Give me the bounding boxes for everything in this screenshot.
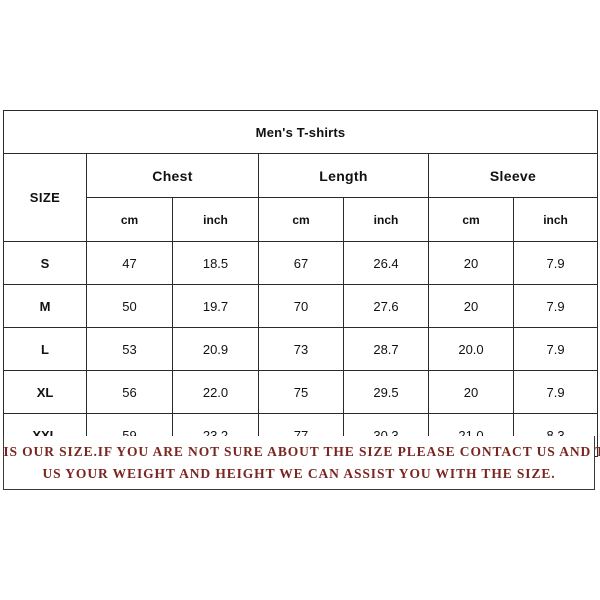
table-row: XL 56 22.0 75 29.5 20 7.9: [3, 370, 599, 414]
cell-length-inch: 26.4: [343, 241, 429, 285]
unit-header-chest-inch: inch: [172, 197, 259, 242]
cell-length-inch: 28.7: [343, 327, 429, 371]
unit-header-sleeve-cm: cm: [428, 197, 514, 242]
size-chart-table-wrapper: Men's T-shirts SIZE Chest Length Sleeve …: [2, 110, 599, 457]
cell-sleeve-cm: 20: [428, 370, 514, 414]
cell-length-cm: 75: [258, 370, 344, 414]
cell-length-cm: 70: [258, 284, 344, 328]
cell-chest-inch: 18.5: [172, 241, 259, 285]
cell-chest-inch: 20.9: [172, 327, 259, 371]
row-size-label: M: [3, 284, 87, 328]
cell-length-cm: 73: [258, 327, 344, 371]
table-row: M 50 19.7 70 27.6 20 7.9: [3, 284, 599, 328]
unit-header-length-inch: inch: [343, 197, 429, 242]
unit-header-chest-cm: cm: [86, 197, 173, 242]
table-title-row: Men's T-shirts: [2, 110, 599, 154]
cell-sleeve-inch: 7.9: [512, 284, 599, 328]
cell-length-cm: 67: [258, 241, 344, 285]
unit-header-sleeve-inch: inch: [512, 197, 599, 242]
unit-header-length-cm: cm: [258, 197, 344, 242]
table-row: L 53 20.9 73 28.7 20.0 7.9: [3, 327, 599, 371]
size-column-header: SIZE: [3, 153, 87, 242]
size-chart-page: Men's T-shirts SIZE Chest Length Sleeve …: [0, 0, 600, 600]
cell-sleeve-cm: 20.0: [428, 327, 514, 371]
table-row: S 47 18.5 67 26.4 20 7.9: [3, 241, 599, 285]
cell-length-inch: 29.5: [343, 370, 429, 414]
cell-chest-cm: 53: [86, 327, 173, 371]
cell-sleeve-inch: 7.9: [512, 327, 599, 371]
row-size-label: L: [3, 327, 87, 371]
row-size-label: XL: [3, 370, 87, 414]
table-unit-header-row: cm inch cm inch cm inch: [4, 197, 599, 242]
disclaimer-line-1: THIS IS OUR SIZE.IF YOU ARE NOT SURE ABO…: [0, 443, 600, 459]
cell-chest-cm: 50: [86, 284, 173, 328]
size-chart-table: Men's T-shirts SIZE Chest Length Sleeve …: [2, 110, 599, 457]
cell-chest-inch: 19.7: [172, 284, 259, 328]
disclaimer-line-2: US YOUR WEIGHT AND HEIGHT WE CAN ASSIST …: [42, 465, 556, 481]
cell-sleeve-cm: 20: [428, 241, 514, 285]
cell-chest-cm: 47: [86, 241, 173, 285]
size-disclaimer-note: THIS IS OUR SIZE.IF YOU ARE NOT SURE ABO…: [0, 436, 600, 490]
row-size-label: S: [3, 241, 87, 285]
cell-chest-inch: 22.0: [172, 370, 259, 414]
cell-length-inch: 27.6: [343, 284, 429, 328]
group-header-chest: Chest: [86, 153, 259, 198]
cell-sleeve-cm: 20: [428, 284, 514, 328]
cell-sleeve-inch: 7.9: [512, 370, 599, 414]
group-header-sleeve: Sleeve: [427, 153, 599, 198]
chart-title: Men's T-shirts: [2, 110, 599, 154]
group-header-length: Length: [258, 153, 429, 198]
table-group-header-row: SIZE Chest Length Sleeve: [3, 153, 599, 242]
cell-chest-cm: 56: [86, 370, 173, 414]
cell-sleeve-inch: 7.9: [512, 241, 599, 285]
